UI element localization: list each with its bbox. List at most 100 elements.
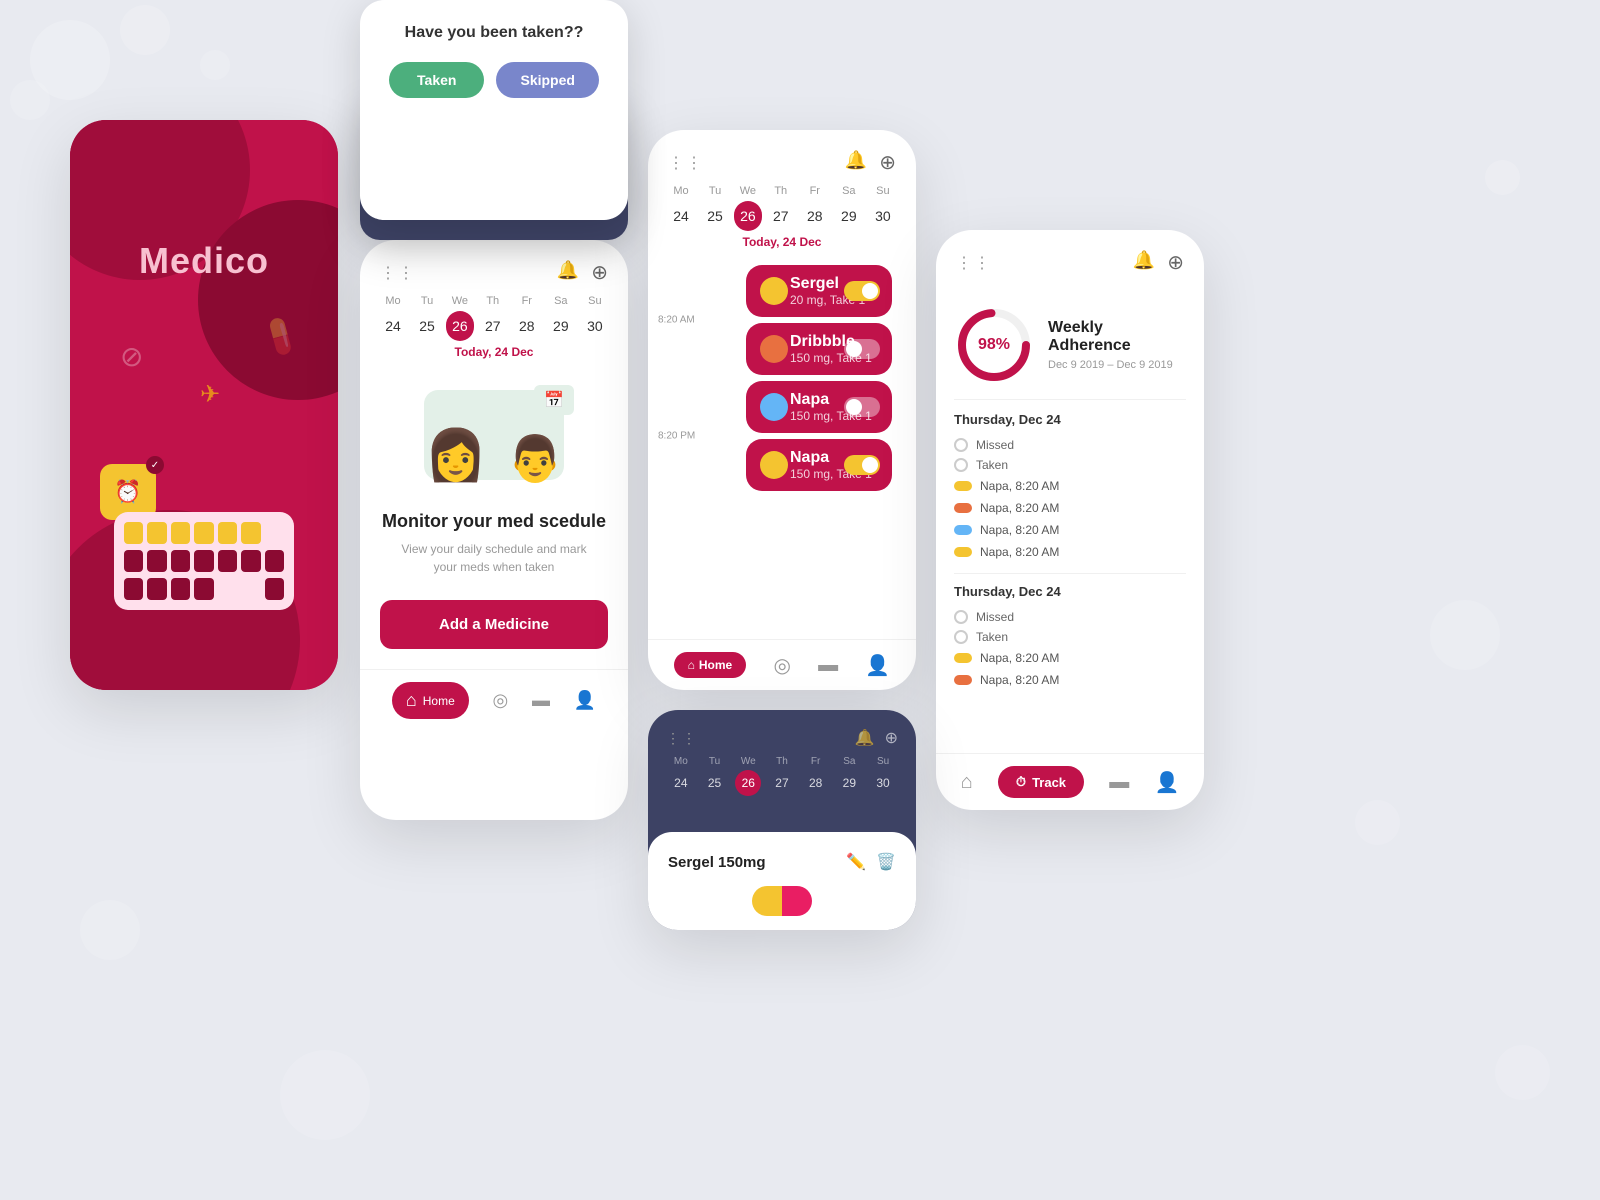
- nav-home-label: Home: [423, 694, 455, 708]
- day-num-active[interactable]: 26: [734, 201, 762, 231]
- cal-cell: [124, 522, 143, 544]
- cal-cell: [171, 550, 190, 572]
- phone-sergel-detail: ⋮⋮ 🔔 ⊕ Mo 24 Tu 25 We 26 Th 27 Fr 28 Sa …: [648, 710, 916, 930]
- add-medicine-button[interactable]: Add a Medicine: [380, 600, 608, 649]
- delete-icon[interactable]: 🗑️: [876, 852, 896, 872]
- user-nav-icon[interactable]: 👤: [1154, 770, 1179, 795]
- toggle-dribbble[interactable]: [844, 339, 880, 359]
- missed-label2: Missed: [976, 610, 1014, 624]
- med-name-track: Napa, 8:20 AM: [980, 501, 1059, 515]
- cal-cell: [265, 550, 284, 572]
- taken-label: Taken: [976, 458, 1008, 472]
- pill-dot-blue: [760, 393, 788, 421]
- med-name-track: Napa, 8:20 AM: [980, 523, 1059, 537]
- plus-icon[interactable]: ⊕: [879, 150, 896, 175]
- day-num[interactable]: 25: [700, 201, 730, 231]
- plus-icon[interactable]: ⊕: [591, 260, 608, 285]
- day-num-24[interactable]: 24: [378, 311, 408, 341]
- pill-dot-yellow: [760, 277, 788, 305]
- toggle-napa1[interactable]: [844, 397, 880, 417]
- nav-chart[interactable]: ◎: [492, 690, 508, 711]
- sergel-popup: Sergel 150mg ✏️ 🗑️: [648, 832, 916, 930]
- day-num-25[interactable]: 25: [412, 311, 442, 341]
- med-dot-blue: [954, 525, 972, 535]
- phone-schedule: ⋮⋮ 🔔 ⊕ Mo 24 Tu 25 We 26 Th 27 Fr 28 Sa …: [360, 240, 628, 820]
- card-nav-icon[interactable]: ▬: [1109, 771, 1129, 794]
- taken-button[interactable]: Taken: [389, 62, 484, 98]
- med-row-sergel: Sergel 20 mg, Take 1: [702, 265, 906, 317]
- sergel-header: ⋮⋮ 🔔 ⊕: [648, 710, 916, 756]
- plus-icon[interactable]: ⊕: [885, 728, 898, 748]
- nav-home[interactable]: ⌂ Home: [392, 682, 469, 719]
- sergel-popup-icons: ✏️ 🗑️: [846, 852, 896, 872]
- med-dot-orange: [954, 503, 972, 513]
- toggle-sergel[interactable]: [844, 281, 880, 301]
- menu-dots-icon[interactable]: ⋮⋮: [956, 253, 992, 273]
- card-nav-icon[interactable]: ▬: [818, 654, 838, 677]
- nav-home-active[interactable]: ⌂ Home: [674, 652, 747, 678]
- cal-cell-empty: [265, 522, 284, 544]
- bell-icon[interactable]: 🔔: [557, 260, 579, 285]
- section-day1: Thursday, Dec 24: [936, 412, 1204, 427]
- dialog-title: Have you been taken??: [405, 24, 584, 42]
- bell-icon[interactable]: 🔔: [845, 150, 867, 175]
- phone4-header: ⋮⋮ 🔔 ⊕: [648, 130, 916, 185]
- sergel-day-tu: Tu 25: [702, 756, 728, 796]
- nav-user[interactable]: 👤: [574, 690, 596, 711]
- phone-dialog: Have you been taken?? Taken Skipped: [360, 0, 628, 220]
- menu-dots-icon[interactable]: ⋮⋮: [666, 730, 698, 747]
- med-track-1: Napa, 8:20 AM: [936, 475, 1204, 497]
- day-label-tu: Tu: [421, 295, 433, 307]
- plus-icon[interactable]: ⊕: [1167, 250, 1184, 275]
- day-num[interactable]: 27: [766, 201, 796, 231]
- day-friday: Fr 28: [512, 295, 542, 341]
- menu-dots-icon[interactable]: ⋮⋮: [380, 263, 416, 283]
- cal-cell: [171, 522, 190, 544]
- day-num-29[interactable]: 29: [546, 311, 576, 341]
- taken-row2: Taken: [936, 627, 1204, 647]
- taken-row: Taken: [936, 455, 1204, 475]
- phone-calendar-meds: ⋮⋮ 🔔 ⊕ Mo 24 Tu 25 We 26 Th 27 Fr 28 Sa …: [648, 130, 916, 690]
- sergel-day-th: Th 27: [769, 756, 795, 796]
- cal-cell: [241, 522, 260, 544]
- bell-icon[interactable]: 🔔: [1133, 250, 1155, 275]
- day-num-26-active[interactable]: 26: [446, 311, 474, 341]
- cal-cell: [194, 550, 213, 572]
- skipped-button[interactable]: Skipped: [496, 62, 598, 98]
- med-name-track: Napa, 8:20 AM: [980, 545, 1059, 559]
- day-label-mo: Mo: [385, 295, 400, 307]
- cal-cell: [124, 578, 143, 600]
- chart-nav-icon[interactable]: ◎: [773, 653, 790, 678]
- day-num-28[interactable]: 28: [512, 311, 542, 341]
- user-nav-icon[interactable]: 👤: [865, 653, 890, 678]
- bell-icon[interactable]: 🔔: [855, 728, 875, 748]
- person1-icon: 👩: [425, 426, 487, 485]
- toggle-napa2[interactable]: [844, 455, 880, 475]
- divider: [954, 399, 1186, 400]
- track-button[interactable]: ⏱ Track: [998, 766, 1084, 798]
- time-label-pm: 8:20 PM: [658, 431, 695, 442]
- day-num[interactable]: 24: [666, 201, 696, 231]
- cal-cell-empty: [241, 578, 260, 600]
- edit-icon[interactable]: ✏️: [846, 852, 866, 872]
- day-num[interactable]: 30: [868, 201, 898, 231]
- arrow-icon: ✈: [200, 380, 220, 409]
- med-dot-yellow: [954, 481, 972, 491]
- chart-icon: ◎: [492, 690, 508, 711]
- day-monday: Mo 24: [378, 295, 408, 341]
- day-num[interactable]: 28: [800, 201, 830, 231]
- day-label: Fr: [810, 185, 820, 197]
- check-icon: ✓: [146, 456, 164, 474]
- menu-dots-icon[interactable]: ⋮⋮: [668, 153, 704, 173]
- day-th: Th 27: [766, 185, 796, 231]
- day-num-30[interactable]: 30: [580, 311, 610, 341]
- home-nav-icon[interactable]: ⌂: [961, 771, 973, 794]
- day-num[interactable]: 29: [834, 201, 864, 231]
- day-num-27[interactable]: 27: [478, 311, 508, 341]
- missed-label: Missed: [976, 438, 1014, 452]
- nav-card[interactable]: ▬: [532, 690, 550, 711]
- schedule-header: ⋮⋮ 🔔 ⊕: [360, 240, 628, 295]
- dialog-buttons: Taken Skipped: [389, 62, 599, 98]
- adherence-percentage: 98%: [978, 336, 1010, 354]
- no-icon: ⊘: [120, 340, 143, 373]
